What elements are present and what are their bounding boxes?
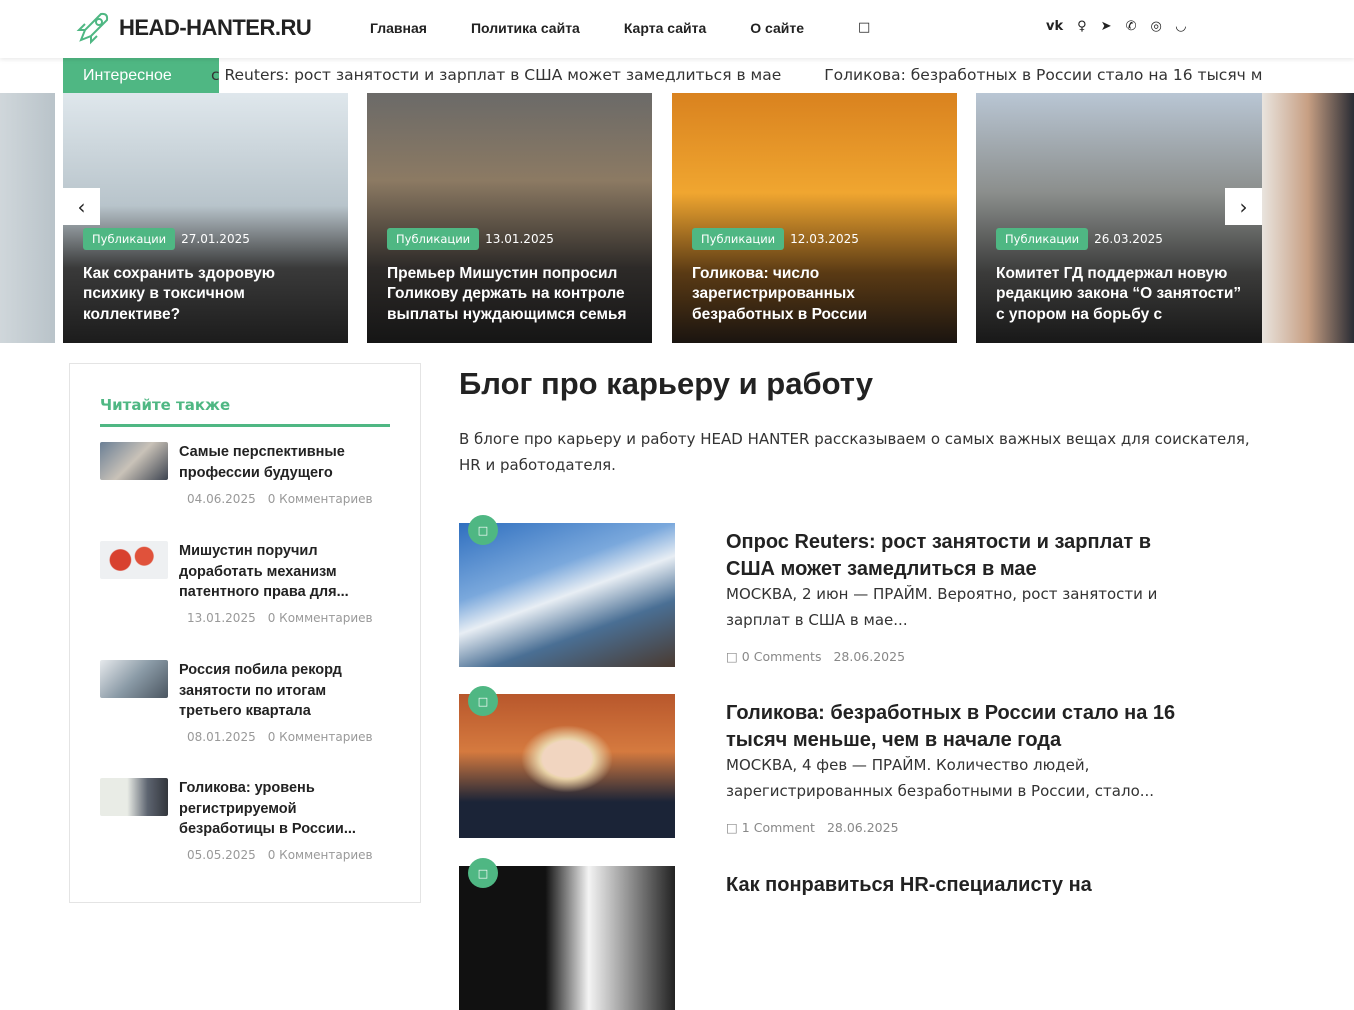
post-title[interactable]: Голикова: безработных в России стало на … — [726, 700, 1196, 753]
post-title[interactable]: Как понравиться HR-специалисту на — [726, 872, 1196, 899]
thumbnail[interactable] — [100, 541, 168, 579]
category-badge[interactable]: Публикации — [387, 227, 480, 250]
featured-slider: Публикации 27.01.2025 Как сохранить здоров… — [0, 93, 1354, 343]
sidebar-read-also: Читайте также Самые перспективные профес… — [69, 363, 421, 903]
item-date: 08.01.2025 — [187, 730, 256, 744]
post-excerpt: МОСКВА, 2 июн — ПРАЙМ. Вероятно, рост за… — [726, 585, 1158, 629]
thumbnail[interactable] — [100, 442, 168, 480]
slide-date: 13.01.2025 — [485, 231, 554, 246]
slide[interactable]: Публикации 26.03.2025 Комитет ГД поддержал… — [976, 93, 1262, 343]
vk-icon[interactable]: vk — [1046, 19, 1063, 34]
category-badge[interactable]: Публикации — [996, 227, 1089, 250]
post-image[interactable] — [459, 866, 675, 1010]
telegram-icon[interactable]: ➤ — [1101, 19, 1112, 34]
mailru-icon[interactable]: ◡ — [1176, 19, 1186, 34]
slide-date: 26.03.2025 — [1094, 231, 1163, 246]
search-icon[interactable]: □ — [858, 20, 870, 35]
slide[interactable]: Публикации 13.01.2025 Премьер Мишустин поп… — [367, 93, 652, 343]
list-item-title[interactable]: Голикова: уровень регистрируемой безрабо… — [179, 778, 379, 840]
post-comments[interactable]: □ 1 Comment — [726, 820, 815, 835]
slide-date: 27.01.2025 — [181, 231, 250, 246]
viber-icon[interactable]: ✆ — [1126, 19, 1137, 34]
logo-text: HEAD-HANTER.RU — [119, 15, 312, 40]
list-item-title[interactable]: Самые перспективные профессии будущего — [179, 442, 379, 483]
post-date: 28.06.2025 — [833, 649, 906, 664]
slide-partial[interactable] — [1262, 93, 1354, 343]
ticker-item[interactable]: Голикова: безработных в России стало на … — [824, 66, 1263, 84]
item-comments[interactable]: 0 Комментариев — [268, 730, 373, 744]
main-nav: Главная Политика сайта Карта сайта О сай… — [370, 20, 804, 36]
rocket-icon — [76, 12, 109, 45]
post-title[interactable]: Опрос Reuters: рост занятости и зарплат … — [726, 529, 1196, 582]
nav-policy[interactable]: Политика сайта — [471, 20, 580, 36]
item-comments[interactable]: 0 Комментариев — [268, 492, 373, 506]
category-badge[interactable]: Публикации — [83, 227, 176, 250]
ticker-item[interactable]: с Reuters: рост занятости и зарплат в СШ… — [211, 66, 781, 84]
item-date: 05.05.2025 — [187, 848, 256, 862]
post-format-icon: □ — [468, 686, 498, 716]
post-comments[interactable]: □ 0 Comments — [726, 649, 821, 664]
slide-partial[interactable] — [0, 93, 55, 343]
page-description: В блоге про карьеру и работу HEAD HANTER… — [459, 430, 1250, 474]
page-title: Блог про карьеру и работу — [459, 366, 873, 401]
slider-next-button[interactable]: › — [1225, 188, 1262, 225]
thumbnail[interactable] — [100, 778, 168, 816]
sidebar-title: Читайте также — [100, 396, 231, 414]
slider-prev-button[interactable]: ‹ — [63, 188, 100, 225]
item-date: 13.01.2025 — [187, 611, 256, 625]
item-date: 04.06.2025 — [187, 492, 256, 506]
whatsapp-icon[interactable]: ◎ — [1150, 19, 1161, 34]
slide-title[interactable]: Комитет ГД поддержал новую редакцию зако… — [996, 264, 1248, 326]
post-image[interactable] — [459, 523, 675, 667]
divider — [100, 424, 390, 427]
slide-title[interactable]: Премьер Мишустин попросил Голикову держа… — [387, 264, 638, 326]
list-item-title[interactable]: Россия побила рекорд занятости по итогам… — [179, 660, 379, 722]
news-ticker: Интересное с Reuters: рост занятости и з… — [0, 58, 1354, 93]
nav-home[interactable]: Главная — [370, 20, 427, 36]
nav-sitemap[interactable]: Карта сайта — [624, 20, 706, 36]
slide-title[interactable]: Голикова: число зарегистрированных безра… — [692, 264, 943, 326]
logo[interactable]: HEAD-HANTER.RU — [75, 10, 312, 46]
list-item-title[interactable]: Мишустин поручил доработать механизм пат… — [179, 541, 379, 603]
post-image[interactable] — [459, 694, 675, 838]
nav-about[interactable]: О сайте — [750, 20, 804, 36]
thumbnail[interactable] — [100, 660, 168, 698]
item-comments[interactable]: 0 Комментариев — [268, 611, 373, 625]
post-format-icon: □ — [468, 858, 498, 888]
slide[interactable]: Публикации 27.01.2025 Как сохранить здоров… — [63, 93, 348, 343]
ok-icon[interactable]: ♀ — [1077, 19, 1087, 34]
item-comments[interactable]: 0 Комментариев — [268, 848, 373, 862]
post-format-icon: □ — [468, 515, 498, 545]
slide[interactable]: Публикации 12.03.2025 Голикова: число заре… — [672, 93, 957, 343]
ticker-label: Интересное — [63, 58, 219, 93]
social-links: vk ♀ ➤ ✆ ◎ ◡ — [1046, 19, 1186, 34]
site-header: HEAD-HANTER.RU Главная Политика сайта Ка… — [0, 0, 1354, 58]
slide-date: 12.03.2025 — [790, 231, 859, 246]
slide-title[interactable]: Как сохранить здоровую психику в токсичн… — [83, 264, 334, 326]
post-excerpt: МОСКВА, 4 фев — ПРАЙМ. Количество людей,… — [726, 756, 1155, 800]
category-badge[interactable]: Публикации — [692, 227, 785, 250]
post-date: 28.06.2025 — [826, 820, 899, 835]
